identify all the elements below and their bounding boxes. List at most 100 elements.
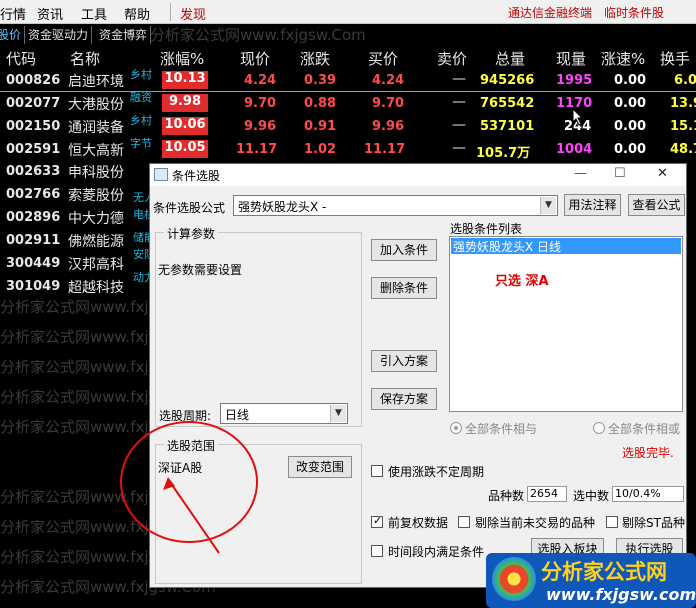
forward-adjust-checkbox[interactable] <box>371 514 383 528</box>
dialog-title: 条件选股 <box>172 169 221 183</box>
save-plan-button[interactable]: 保存方案 <box>371 388 437 410</box>
table-row[interactable]: 002077 大港股份 融资 9.98 9.70 0.88 9.70 — 765… <box>0 91 696 115</box>
stock-name: 汉邦高科 <box>68 257 124 273</box>
col-volume[interactable]: 总量 <box>495 48 525 69</box>
table-row[interactable]: 002150 通润装备 乡村 10.06 9.96 0.91 9.96 — 53… <box>0 114 696 138</box>
stock-code: 300449 <box>6 256 61 271</box>
usage-note-button[interactable]: 用法注释 <box>564 194 621 216</box>
col-current-vol[interactable]: 现量 <box>556 48 586 69</box>
uncertain-period-label: 使用涨跌不定周期 <box>388 465 485 479</box>
stock-code: 002896 <box>6 210 61 225</box>
turnover: 6.0 <box>674 73 696 88</box>
table-row[interactable]: 002591 恒大高新 字节 10.05 11.17 1.02 11.17 — … <box>0 137 696 161</box>
condition-list[interactable]: 强势妖股龙头X 日线 <box>449 236 683 412</box>
selected-value: 10/0.4% <box>612 486 684 502</box>
col-change-pct[interactable]: 涨幅% <box>160 48 204 69</box>
price: 4.24 <box>244 73 277 88</box>
ask: — <box>452 117 466 133</box>
exclude-st-checkbox[interactable] <box>606 516 618 528</box>
menu-tools[interactable]: 工具 <box>81 4 107 23</box>
price: 9.70 <box>244 96 277 111</box>
stock-code: 002591 <box>6 142 61 157</box>
col-speed[interactable]: 涨速% <box>601 48 645 69</box>
col-price[interactable]: 现价 <box>240 48 270 69</box>
menu-help[interactable]: 帮助 <box>124 4 150 23</box>
chevron-down-icon[interactable]: ▼ <box>540 197 556 214</box>
menu-discover[interactable]: 发现 <box>180 4 206 23</box>
stock-code: 002766 <box>6 187 61 202</box>
stock-code: 301049 <box>6 279 61 294</box>
minimize-icon[interactable]: — <box>574 166 587 181</box>
stock-code: 002150 <box>6 119 61 134</box>
tab-price[interactable]: 股价 <box>0 26 26 44</box>
logo-flower-icon <box>492 557 536 601</box>
change-pct: 10.05 <box>162 140 208 158</box>
menu-market[interactable]: 行情 <box>0 4 26 23</box>
add-condition-button[interactable]: 加入条件 <box>371 239 437 261</box>
price: 11.17 <box>236 142 278 157</box>
temp-condition-link[interactable]: 临时条件股 <box>604 4 664 21</box>
col-bid[interactable]: 买价 <box>368 48 398 69</box>
change-pct: 9.98 <box>162 94 208 112</box>
watermark: 分析家公式网www.fxjgsw.Com <box>150 26 366 44</box>
change-pct: 10.06 <box>162 117 208 135</box>
range-value: 深证A股 <box>158 461 203 475</box>
bid: 9.96 <box>372 119 405 134</box>
speed: 0.00 <box>614 142 647 157</box>
volume: 537101 <box>480 119 535 134</box>
menu-news[interactable]: 资讯 <box>37 4 63 23</box>
change-range-button[interactable]: 改变范围 <box>288 456 352 478</box>
ask: — <box>452 94 466 110</box>
turnover: 13.9 <box>670 96 696 111</box>
volume: 105.7万 <box>476 146 531 161</box>
mouse-cursor-icon <box>572 108 584 126</box>
volume: 945266 <box>480 73 535 88</box>
concept-tag: 字节 <box>130 137 152 150</box>
chevron-down-icon[interactable]: ▼ <box>330 405 346 422</box>
exclude-st-label: 剔除ST品种 <box>622 516 685 530</box>
col-code[interactable]: 代码 <box>6 48 36 69</box>
period-select[interactable]: 日线 ▼ <box>220 403 348 424</box>
formula-label: 条件选股公式 <box>153 201 226 215</box>
tab-capital-game[interactable]: 资金博弈 <box>96 26 152 44</box>
stock-name: 索菱股份 <box>68 188 124 204</box>
and-radio[interactable] <box>450 422 462 434</box>
logo-title: 分析家公式网 <box>541 560 667 584</box>
formula-value: 强势妖股龙头X - <box>238 200 327 214</box>
dialog-titlebar[interactable]: 条件选股 — ☐ ✕ <box>150 164 686 186</box>
delete-condition-button[interactable]: 删除条件 <box>371 277 437 299</box>
terminal-link[interactable]: 通达信金融终端 <box>508 4 592 21</box>
turnover: 15.1 <box>670 119 696 134</box>
stock-name: 超越科技 <box>68 280 124 296</box>
stock-code: 002077 <box>6 96 61 111</box>
formula-select[interactable]: 强势妖股龙头X - ▼ <box>233 195 558 216</box>
ask: — <box>452 71 466 87</box>
stock-name: 通润装备 <box>68 120 124 136</box>
logo-url: www.fxjgsw.com <box>546 585 696 604</box>
uncertain-period-checkbox[interactable] <box>371 465 383 477</box>
list-item[interactable]: 强势妖股龙头X 日线 <box>451 238 681 254</box>
import-plan-button[interactable]: 引入方案 <box>371 350 437 372</box>
change: 0.88 <box>304 96 337 111</box>
volume: 765542 <box>480 96 535 111</box>
calc-params-group: 计算参数 无参数需要设置 <box>155 225 362 427</box>
time-range-checkbox[interactable] <box>371 545 383 557</box>
col-turnover[interactable]: 换手 <box>660 48 690 69</box>
table-row[interactable]: 000826 启迪环境 乡村 10.13 4.24 0.39 4.24 — 94… <box>0 68 696 92</box>
col-name[interactable]: 名称 <box>70 48 100 69</box>
change: 0.39 <box>304 73 337 88</box>
window-icon <box>154 168 168 181</box>
exclude-untraded-checkbox[interactable] <box>458 516 470 528</box>
speed: 0.00 <box>614 73 647 88</box>
view-formula-button[interactable]: 查看公式 <box>628 194 685 216</box>
col-ask[interactable]: 卖价 <box>437 48 467 69</box>
speed: 0.00 <box>614 96 647 111</box>
maximize-icon[interactable]: ☐ <box>614 166 626 181</box>
tab-capital-drive[interactable]: 资金驱动力 <box>25 26 93 44</box>
col-change[interactable]: 涨跌 <box>300 48 330 69</box>
concept-tag: 乡村 <box>130 114 152 127</box>
or-radio[interactable] <box>593 422 605 434</box>
close-icon[interactable]: ✕ <box>657 166 668 181</box>
current-volume: 1995 <box>556 73 593 88</box>
current-volume: 1004 <box>556 142 593 157</box>
